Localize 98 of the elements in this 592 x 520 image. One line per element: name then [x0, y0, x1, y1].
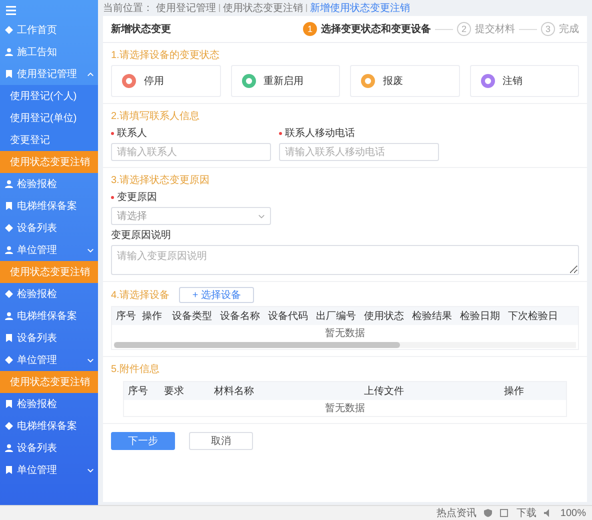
bookmark-icon [5, 466, 13, 474]
empty-text: 暂无数据 [325, 326, 365, 340]
section-title: 2.请填写联系人信息 [111, 110, 200, 123]
diamond-icon [5, 422, 13, 430]
shield-icon[interactable] [484, 509, 492, 517]
empty-text: 暂无数据 [325, 402, 365, 415]
horizontal-scrollbar[interactable] [114, 342, 576, 348]
status-option[interactable]: 停用 [111, 65, 220, 97]
section-title: 5.附件信息 [111, 362, 160, 376]
sidebar-item[interactable]: 检验报检 [0, 173, 98, 195]
download-link[interactable]: 下载 [516, 506, 536, 520]
bookmark-icon [5, 334, 13, 342]
diamond-icon [5, 356, 13, 364]
sidebar-item[interactable]: 使用登记(个人) [0, 85, 98, 107]
breadcrumb-item[interactable]: 使用登记管理 [156, 1, 216, 15]
column-header: 检验结果 [411, 310, 453, 323]
caret-icon [87, 358, 94, 362]
column-header: 设备代码 [267, 310, 309, 323]
next-button[interactable]: 下一步 [111, 432, 175, 450]
column-header: 操作 [503, 385, 525, 398]
select-device-button[interactable]: + 选择设备 [179, 287, 254, 303]
column-header: 序号 [115, 310, 137, 323]
field-label: 联系人移动电话 [279, 126, 439, 140]
bookmark-icon [5, 400, 13, 408]
sidebar-item[interactable]: 设备列表 [0, 217, 98, 239]
column-header: 材料名称 [213, 384, 255, 398]
sidebar-item[interactable]: 变更登记 [0, 129, 98, 151]
zoom-level[interactable]: 100% [560, 508, 586, 518]
sidebar-item[interactable]: 电梯维保备案 [0, 415, 98, 437]
field-label: 变更原因说明 [111, 228, 172, 242]
news-link[interactable]: 热点资讯 [436, 506, 476, 520]
bookmark-icon [5, 202, 13, 210]
breadcrumb-item: 当前位置： [103, 2, 153, 15]
step-label: 选择变更状态和变更设备 [321, 22, 431, 36]
caret-icon [87, 248, 94, 252]
sidebar-item[interactable]: 设备列表 [0, 327, 98, 349]
column-header: 操作 [141, 310, 163, 323]
column-header: 序号 [127, 384, 149, 398]
section-title: 4.请选择设备 [111, 288, 170, 302]
caret-icon [87, 72, 94, 76]
column-header: 上传文件 [363, 384, 405, 398]
sidebar-item[interactable]: 电梯维保备案 [0, 195, 98, 217]
sidebar-item[interactable]: 单位管理 [0, 349, 98, 371]
sidebar-item[interactable]: 使用状态变更注销 [0, 261, 98, 283]
field-label: 联系人 [111, 126, 271, 140]
breadcrumb-item[interactable]: 新增使用状态变更注销 [310, 1, 410, 15]
step-number: 1 [303, 22, 317, 36]
window-icon[interactable] [500, 509, 508, 517]
input-field[interactable]: 请输入联系人移动电话 [279, 143, 439, 161]
column-header: 设备类型 [171, 310, 213, 323]
caret-icon [87, 468, 94, 472]
step-number: 3 [541, 22, 555, 36]
step-label: 提交材料 [475, 22, 515, 36]
column-header: 出厂编号 [315, 310, 357, 323]
diamond-icon [5, 290, 13, 298]
section-title: 1.请选择设备的变更状态 [111, 48, 220, 62]
breadcrumb-item[interactable]: 使用状态变更注销 [223, 1, 303, 15]
diamond-icon [5, 224, 13, 232]
sidebar-item[interactable]: 工作首页 [0, 19, 98, 41]
sidebar-item[interactable]: 检验报检 [0, 283, 98, 305]
status-option[interactable]: 报废 [350, 65, 460, 97]
person-icon [5, 48, 13, 56]
column-header: 设备名称 [219, 310, 261, 323]
breadcrumb-separator-icon [306, 4, 307, 12]
step-label: 完成 [559, 22, 579, 36]
section-title: 3.请选择状态变更原因 [111, 174, 210, 187]
sidebar-item[interactable]: 使用状态变更注销 [0, 371, 98, 393]
status-option[interactable]: 注销 [470, 65, 579, 97]
breadcrumb-separator-icon [219, 4, 220, 12]
sidebar-item[interactable]: 电梯维保备案 [0, 305, 98, 327]
sidebar-item[interactable]: 施工告知 [0, 41, 98, 63]
status-option[interactable]: 重新启用 [230, 65, 340, 97]
sidebar-item[interactable]: 使用登记管理 [0, 63, 98, 85]
person-icon [5, 444, 13, 452]
sidebar-item[interactable]: 单位管理 [0, 459, 98, 481]
textarea-field[interactable]: 请输入变更原因说明 [111, 245, 579, 275]
column-header: 要求 [163, 384, 185, 398]
sidebar-item[interactable]: 设备列表 [0, 437, 98, 459]
person-icon [5, 246, 13, 254]
step-number: 2 [457, 22, 471, 36]
bookmark-icon [5, 70, 13, 78]
cancel-button[interactable]: 取消 [189, 432, 253, 450]
column-header: 使用状态 [363, 310, 405, 323]
column-header: 下次检验日 [507, 310, 559, 323]
select-field[interactable]: 请选择 [111, 207, 271, 225]
diamond-icon [5, 26, 13, 34]
sidebar-item[interactable]: 使用状态变更注销 [0, 151, 98, 173]
sidebar-item[interactable]: 单位管理 [0, 239, 98, 261]
person-icon [5, 180, 13, 188]
person-icon [5, 312, 13, 320]
caret-icon [258, 214, 265, 218]
page-title: 新增状态变更 [111, 22, 171, 36]
input-field[interactable]: 请输入联系人 [111, 143, 271, 161]
sidebar-item[interactable]: 检验报检 [0, 393, 98, 415]
sidebar-item[interactable]: 使用登记(单位) [0, 107, 98, 129]
field-label: 变更原因 [111, 190, 579, 204]
column-header: 检验日期 [459, 310, 501, 323]
menu-icon[interactable] [6, 6, 16, 15]
